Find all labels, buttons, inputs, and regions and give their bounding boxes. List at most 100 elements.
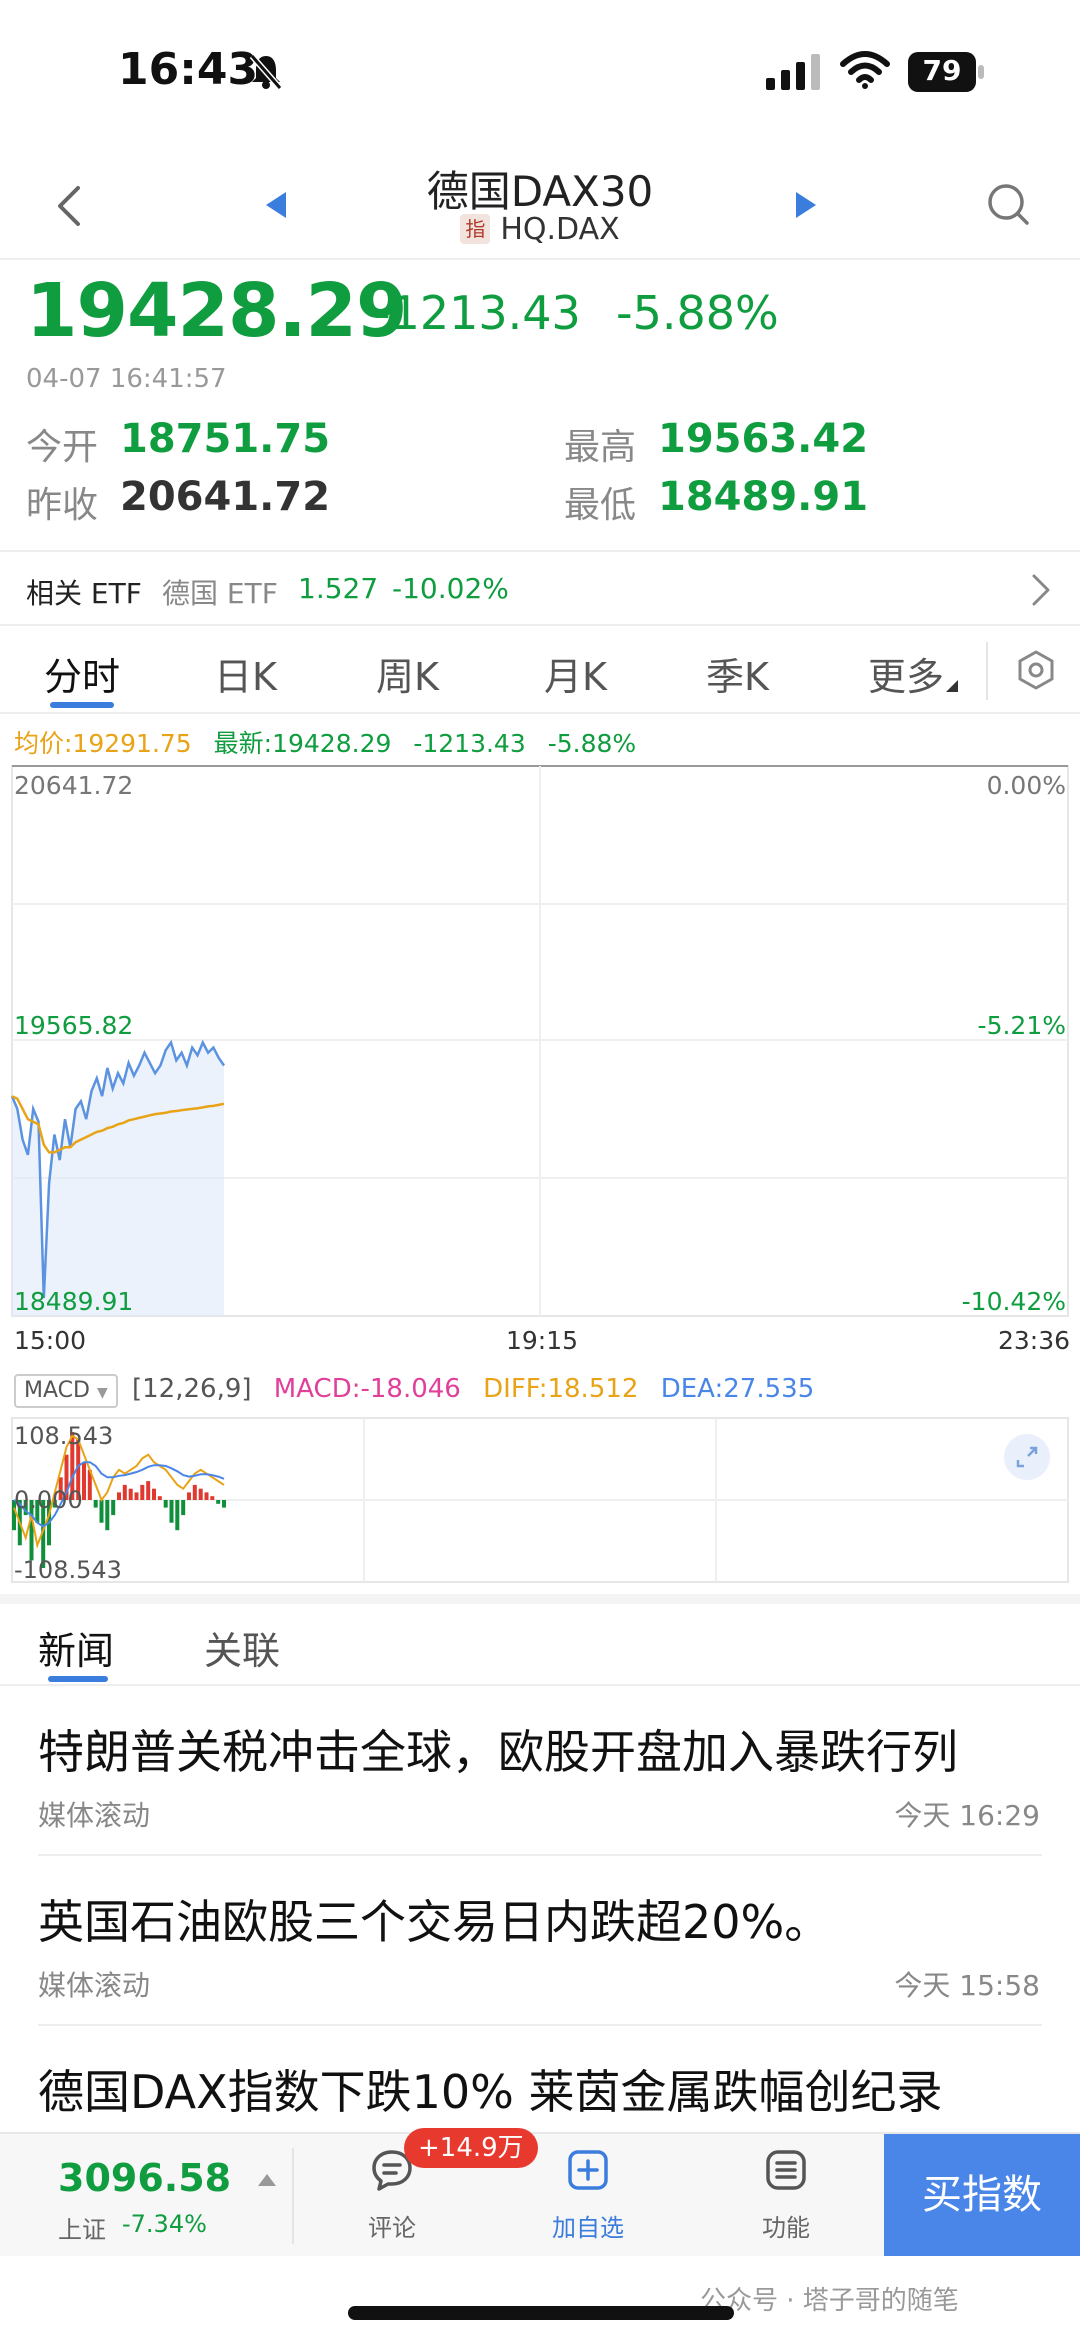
macd-bar xyxy=(187,1492,191,1500)
y-axis-right-mid-label: -5.21% xyxy=(978,1011,1066,1040)
news-item[interactable]: 英国石油欧股三个交易日内跌超20%。 媒体滚动 今天 15:58 xyxy=(0,1856,1080,2026)
index-code-text: HQ.DAX xyxy=(500,212,620,247)
macd-bar xyxy=(163,1500,168,1508)
prev-close-label: 昨收 xyxy=(26,485,99,526)
y-axis-right-top-label: 0.00% xyxy=(987,771,1066,800)
comment-count-badge: +14.9万 xyxy=(404,2128,538,2168)
macd-chart[interactable]: 108.543 0.000 -108.543 xyxy=(0,1416,1080,1586)
functions-label: 功能 xyxy=(762,2214,810,2242)
news-item[interactable]: 德国DAX指数下跌10% 莱茵金属跌幅创纪录 xyxy=(0,2026,1080,2132)
macd-bar xyxy=(152,1488,156,1500)
macd-bar xyxy=(204,1492,209,1500)
news-time: 今天 16:29 xyxy=(894,1799,1040,1832)
status-time: 16:43 xyxy=(118,44,259,95)
macd-legend: MACD ▼ [12,26,9] MACD:-18.046 DIFF:18.51… xyxy=(14,1374,814,1414)
x-axis-end-label: 23:36 xyxy=(998,1326,1071,1355)
macd-bar xyxy=(128,1488,133,1500)
macd-bar xyxy=(222,1500,226,1508)
price-change: -1213.43 xyxy=(374,286,581,340)
ticker-pct: -7.34% xyxy=(122,2210,207,2238)
dropdown-arrow-icon: ▼ xyxy=(96,1385,108,1401)
ticker-price: 3096.58 xyxy=(58,2156,232,2200)
y-axis-top-label: 20641.72 xyxy=(14,771,133,800)
news-title: 英国石油欧股三个交易日内跌超20%。 xyxy=(38,1895,831,1949)
caret-up-icon xyxy=(258,2174,276,2186)
functions-button[interactable]: 功能 xyxy=(724,2134,844,2258)
ticker-name: 上证 xyxy=(58,2216,106,2244)
tab-daily-k[interactable]: 日K xyxy=(214,646,277,701)
index-code: 指 HQ.DAX xyxy=(0,212,1080,247)
search-icon[interactable] xyxy=(986,182,1030,226)
intraday-chart[interactable]: 20641.72 19565.82 18489.91 0.00% -5.21% … xyxy=(0,764,1080,1324)
tab-related[interactable]: 关联 xyxy=(204,1620,280,1675)
avg-price-label: 均价:19291.75 xyxy=(14,729,192,758)
divider xyxy=(0,258,1080,260)
macd-y-bottom: -108.543 xyxy=(14,1556,122,1584)
latest-price-label: 最新:19428.29 xyxy=(213,729,392,758)
low-label: 最低 xyxy=(564,485,637,526)
macd-params: [12,26,9] xyxy=(132,1374,252,1404)
etf-price: 1.527 xyxy=(298,572,379,605)
menu-list-icon xyxy=(766,2150,806,2190)
latest-pct-label: -5.88% xyxy=(547,729,637,758)
macd-bar xyxy=(117,1492,121,1500)
news-title: 特朗普关税冲击全球，欧股开盘加入暴跌行列 xyxy=(38,1725,958,1779)
expand-icon[interactable] xyxy=(1004,1434,1050,1480)
tab-more-label: 更多 xyxy=(868,655,945,699)
macd-bar xyxy=(157,1496,162,1500)
add-watchlist-button[interactable]: 加自选 xyxy=(526,2134,646,2258)
news-item[interactable]: 特朗普关税冲击全球，欧股开盘加入暴跌行列 媒体滚动 今天 16:29 xyxy=(0,1686,1080,1856)
news-title: 德国DAX指数下跌10% 莱茵金属跌幅创纪录 xyxy=(38,2065,943,2119)
macd-bar xyxy=(210,1496,215,1500)
macd-bar xyxy=(216,1500,221,1504)
buy-index-button[interactable]: 买指数 xyxy=(884,2134,1080,2256)
settings-icon[interactable] xyxy=(1016,650,1056,690)
active-tab-indicator xyxy=(48,1676,108,1682)
macd-value: MACD:-18.046 xyxy=(273,1374,461,1404)
etf-name: 德国 ETF xyxy=(162,577,278,610)
watermark-text: 公众号 · 塔子哥的随笔 xyxy=(700,2286,959,2316)
top-nav: 德国DAX30 指 HQ.DAX xyxy=(0,150,1080,260)
macd-bar xyxy=(111,1500,116,1516)
macd-bar xyxy=(198,1488,203,1500)
news-source: 媒体滚动 xyxy=(38,1969,151,2002)
news-tabs: 新闻 关联 xyxy=(0,1604,1080,1686)
next-index-icon[interactable] xyxy=(794,190,818,220)
y-axis-mid-label: 19565.82 xyxy=(14,1011,133,1040)
active-tab-indicator xyxy=(50,702,114,708)
x-axis-mid-label: 19:15 xyxy=(506,1326,579,1355)
tab-news[interactable]: 新闻 xyxy=(38,1620,114,1675)
wifi-icon xyxy=(840,51,890,89)
y-axis-right-bottom-label: -10.42% xyxy=(962,1287,1066,1316)
divider xyxy=(0,712,1080,714)
page-title: 德国DAX30 xyxy=(426,167,654,216)
diff-value: DIFF:18.512 xyxy=(483,1374,639,1404)
high-label: 最高 xyxy=(564,427,637,468)
x-axis-start-label: 15:00 xyxy=(14,1326,87,1355)
section-gap xyxy=(0,1594,1080,1604)
tab-more[interactable]: 更多 xyxy=(868,646,959,701)
divider xyxy=(0,550,1080,552)
macd-y-mid: 0.000 xyxy=(14,1486,83,1514)
tab-intraday[interactable]: 分时 xyxy=(44,646,120,701)
chart-legend: 均价:19291.75 最新:19428.29 -1213.43 -5.88% xyxy=(14,724,636,760)
dropdown-corner-icon xyxy=(946,680,959,692)
tab-monthly-k[interactable]: 月K xyxy=(544,646,607,701)
etf-change-pct: -10.02% xyxy=(392,572,509,605)
tab-weekly-k[interactable]: 周K xyxy=(376,646,439,701)
tab-quarterly-k[interactable]: 季K xyxy=(706,646,769,701)
home-indicator[interactable] xyxy=(348,2306,734,2320)
index-ticker[interactable]: 3096.58 上证 -7.34% xyxy=(0,2134,290,2258)
battery-icon: 79 xyxy=(908,52,984,92)
cellular-signal-icon xyxy=(766,54,820,90)
bell-muted-icon xyxy=(249,54,283,90)
period-tabs: 分时 日K 周K 月K 季K 更多 xyxy=(0,632,1080,710)
indicator-select[interactable]: MACD ▼ xyxy=(14,1374,118,1408)
macd-bar xyxy=(175,1500,180,1531)
macd-bar xyxy=(169,1500,174,1523)
index-badge: 指 xyxy=(460,214,491,244)
news-source: 媒体滚动 xyxy=(38,1799,151,1832)
add-watchlist-label: 加自选 xyxy=(552,2214,624,2242)
indicator-select-label: MACD xyxy=(24,1378,90,1403)
related-etf-row[interactable]: 相关 ETF 德国 ETF 1.527 -10.02% xyxy=(0,556,1080,622)
